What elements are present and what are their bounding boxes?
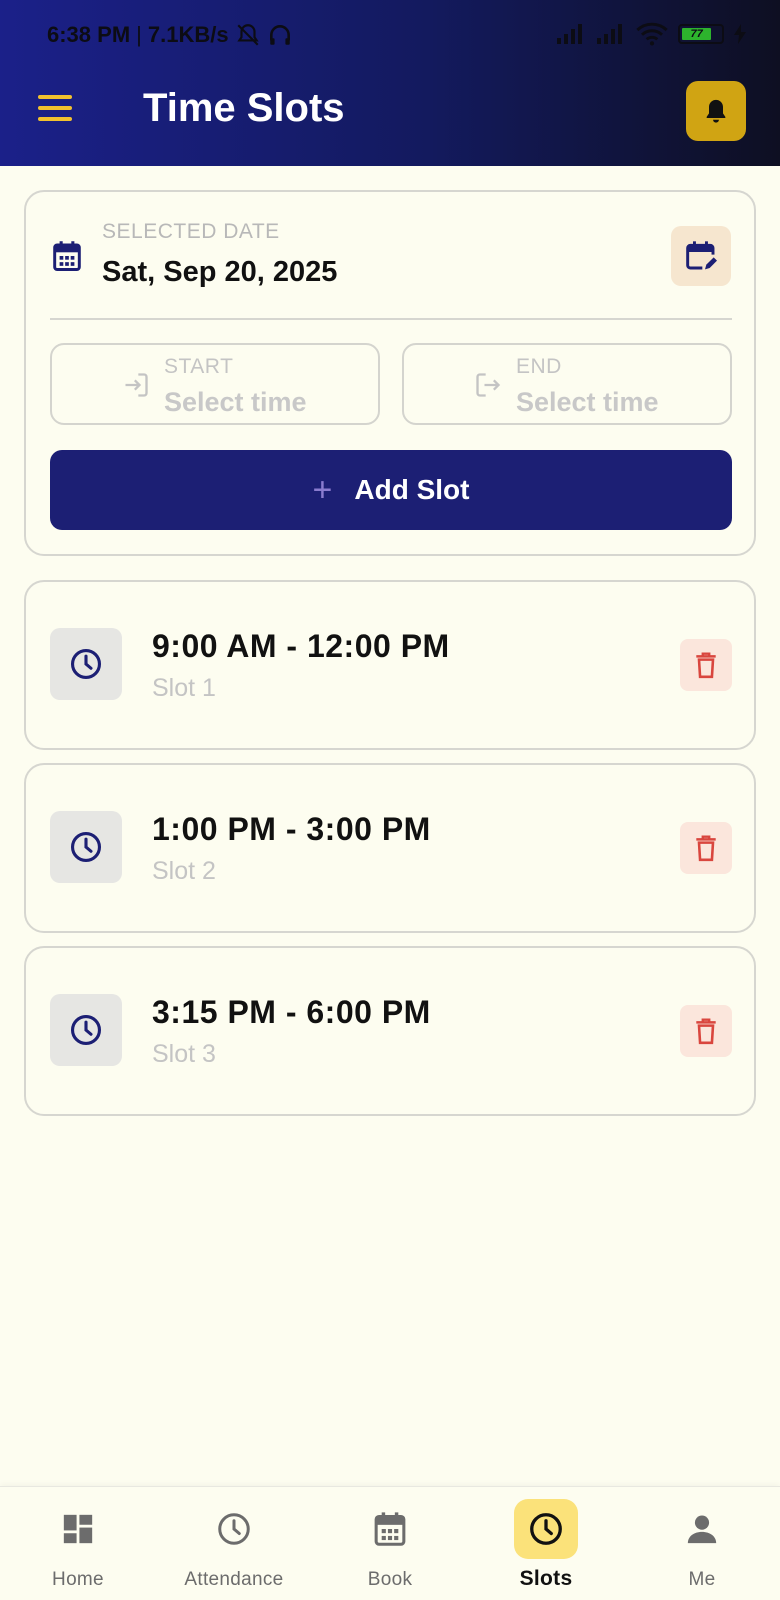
nav-label-slots: Slots [519,1567,573,1590]
slot-time: 9:00 AM - 12:00 PM [152,628,450,664]
slot-name: Slot 1 [152,674,216,702]
trash-icon [696,652,716,679]
wifi-icon [636,22,668,46]
slot-name: Slot 3 [152,1040,216,1068]
nav-label-me: Me [688,1569,716,1590]
calendar-icon [374,1512,406,1546]
slot-clock-badge [50,811,122,883]
charging-icon [734,24,746,44]
clock-icon [218,1513,250,1545]
signal-icon-2 [597,24,622,44]
status-time: 6:38 PM [47,22,131,47]
trash-icon [696,835,716,862]
slot-card: 1:00 PM - 3:00 PM Slot 2 [24,763,756,933]
plus-icon: + [312,471,333,509]
slot-clock-badge [50,628,122,700]
start-time-label: START [164,355,234,378]
divider [50,318,732,320]
status-right: 77 [556,22,746,46]
clock-icon [530,1513,562,1545]
person-icon [687,1515,717,1544]
add-slot-card: SELECTED DATE Sat, Sep 20, 2025 START Se… [24,190,756,556]
trash-icon [696,1018,716,1045]
login-icon [125,373,148,397]
nav-item-attendance[interactable]: Attendance [156,1487,312,1600]
signal-icon [557,24,582,44]
app-header: 6:38 PM | 7.1KB/s 77 Time Slots [0,0,780,166]
end-time-label: END [516,355,562,378]
delete-slot-button[interactable] [680,639,732,691]
nav-label-attendance: Attendance [184,1569,284,1590]
nav-item-me[interactable]: Me [624,1487,780,1600]
start-time-field[interactable]: START Select time [50,343,380,425]
nav-label-book: Book [367,1569,413,1590]
clock-icon [70,648,102,680]
nav-item-slots[interactable]: Slots [468,1487,624,1600]
logout-icon [476,373,501,397]
add-slot-button[interactable]: + Add Slot [50,450,732,530]
slot-time: 3:15 PM - 6:00 PM [152,994,431,1030]
dashboard-icon [63,1514,93,1544]
delete-slot-button[interactable] [680,822,732,874]
delete-slot-button[interactable] [680,1005,732,1057]
selected-date-value: Sat, Sep 20, 2025 [102,256,338,288]
notifications-muted-icon [236,24,259,46]
nav-label-home: Home [52,1569,104,1590]
bottom-navigation: Home Attendance Book Slots Me [0,1486,780,1600]
bell-icon [706,99,726,123]
start-time-value: Select time [164,387,307,417]
menu-icon[interactable] [38,95,74,125]
calendar-icon [53,241,81,272]
status-left: 6:38 PM | 7.1KB/s [47,22,293,48]
add-slot-label: Add Slot [354,474,470,505]
page-title: Time Slots [143,86,345,130]
notifications-button[interactable] [686,81,746,141]
selected-date-label: SELECTED DATE [102,220,280,243]
slot-card: 9:00 AM - 12:00 PM Slot 1 [24,580,756,750]
status-bar: 6:38 PM | 7.1KB/s 77 [0,0,780,70]
battery-icon: 77 [678,24,724,44]
end-time-value: Select time [516,387,659,417]
end-time-field[interactable]: END Select time [402,343,732,425]
edit-date-button[interactable] [671,226,731,286]
nav-item-book[interactable]: Book [312,1487,468,1600]
clock-icon [70,1014,102,1046]
clock-icon [70,831,102,863]
slot-name: Slot 2 [152,857,216,885]
slot-clock-badge [50,994,122,1066]
status-separator: | [136,22,142,47]
status-speed: 7.1KB/s [147,22,229,47]
slot-card: 3:15 PM - 6:00 PM Slot 3 [24,946,756,1116]
headphones-icon [269,25,290,45]
slot-time: 1:00 PM - 3:00 PM [152,811,431,847]
battery-level: 77 [682,28,712,40]
nav-item-home[interactable]: Home [0,1487,156,1600]
calendar-edit-icon [686,241,717,270]
